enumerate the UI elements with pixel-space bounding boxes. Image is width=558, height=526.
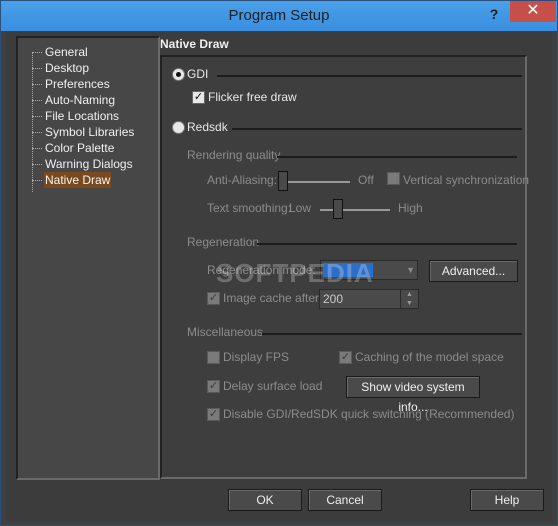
- rendering-quality-heading: Rendering quality: [187, 148, 281, 162]
- window-title: Program Setup: [228, 7, 330, 24]
- text-smoothing-high: High: [398, 201, 423, 215]
- rendering-quality-divider: [277, 156, 517, 158]
- cancel-button[interactable]: Cancel: [308, 489, 382, 511]
- advanced-button[interactable]: Advanced...: [429, 260, 518, 282]
- anti-aliasing-label: Anti-Aliasing:: [207, 173, 278, 187]
- tree-item-label: Warning Dialogs: [45, 157, 133, 171]
- tree-item-general[interactable]: General: [18, 44, 158, 192]
- tree-item-desktop[interactable]: Desktop: [18, 60, 158, 76]
- tree-item-label: Auto-Naming: [45, 93, 116, 107]
- image-cache-value: 200: [323, 292, 344, 306]
- anti-aliasing-track: [280, 181, 350, 183]
- vertical-sync-checkbox[interactable]: [387, 172, 400, 185]
- title-bar: Program Setup ? ✕: [1, 1, 557, 31]
- spin-up-icon[interactable]: ▲: [401, 290, 418, 299]
- redsdk-label: Redsdk: [187, 120, 228, 134]
- caching-model-checkbox[interactable]: ✓: [339, 351, 352, 364]
- redsdk-radio[interactable]: [172, 121, 185, 134]
- disable-switch-checkbox[interactable]: ✓: [207, 408, 220, 421]
- settings-tree[interactable]: General Desktop Preferences Auto-Naming …: [16, 36, 160, 480]
- close-icon[interactable]: ✕: [510, 1, 556, 22]
- spin-down-icon[interactable]: ▼: [401, 299, 418, 308]
- gdi-label: GDI: [187, 67, 209, 81]
- anti-aliasing-value: Off: [358, 173, 374, 187]
- tree-item-auto-naming[interactable]: Auto-Naming: [18, 92, 158, 108]
- display-fps-label: Display FPS: [223, 350, 290, 364]
- image-cache-spinner[interactable]: 200 ▲ ▼: [319, 289, 419, 309]
- tree-item-preferences[interactable]: Preferences: [18, 76, 158, 92]
- image-cache-checkbox[interactable]: ✓: [207, 292, 220, 305]
- gdi-divider: [217, 75, 522, 77]
- tree-item-label: Desktop: [45, 61, 90, 75]
- flicker-free-label: Flicker free draw: [208, 90, 297, 104]
- show-video-button[interactable]: Show video system info...: [346, 376, 480, 414]
- help-button[interactable]: Help: [470, 489, 544, 511]
- miscellaneous-divider: [262, 333, 522, 335]
- tree-item-symbol-libraries[interactable]: Symbol Libraries: [18, 124, 158, 140]
- tree-item-label: File Locations: [45, 109, 120, 123]
- anti-aliasing-slider[interactable]: [278, 171, 288, 191]
- regeneration-heading: Regeneration: [187, 235, 260, 249]
- chevron-down-icon: ▼: [406, 265, 415, 275]
- disable-switch-label: Disable GDI/RedSDK quick switching (Reco…: [223, 407, 515, 421]
- miscellaneous-heading: Miscellaneous: [187, 325, 264, 339]
- dialog-client: General Desktop Preferences Auto-Naming …: [6, 32, 552, 521]
- text-smoothing-low: Low: [289, 201, 312, 215]
- ok-button[interactable]: OK: [228, 489, 302, 511]
- display-fps-checkbox[interactable]: [207, 351, 220, 364]
- tree-item-label: Symbol Libraries: [45, 125, 135, 139]
- regeneration-divider: [257, 243, 517, 245]
- image-cache-label: Image cache after: [223, 291, 320, 305]
- panel-title: Native Draw: [160, 37, 229, 51]
- tree-item-color-palette[interactable]: Color Palette: [18, 140, 158, 156]
- caching-model-label: Caching of the model space: [355, 350, 504, 364]
- text-smoothing-slider[interactable]: [333, 199, 343, 219]
- program-setup-window: Program Setup ? ✕ General Desktop Prefer…: [0, 0, 558, 526]
- vertical-sync-label: Vertical synchronization: [403, 173, 530, 187]
- text-smoothing-track: [320, 209, 390, 211]
- tree-item-file-locations[interactable]: File Locations: [18, 108, 158, 124]
- tree-item-label: Color Palette: [45, 141, 115, 155]
- help-icon[interactable]: ?: [483, 3, 505, 25]
- flicker-free-checkbox[interactable]: ✓: [192, 91, 205, 104]
- delay-surface-label: Delay surface load: [223, 379, 323, 393]
- tree-item-label: Preferences: [45, 77, 110, 91]
- tree-item-label: General: [45, 45, 88, 59]
- gdi-radio[interactable]: [172, 68, 185, 81]
- tree-item-warning-dialogs[interactable]: Warning Dialogs: [18, 156, 158, 172]
- watermark: SOFTPEDIA: [216, 258, 374, 288]
- delay-surface-checkbox[interactable]: ✓: [207, 380, 220, 393]
- tree-item-native-draw[interactable]: Native Draw: [18, 172, 158, 188]
- tree-item-label: Native Draw: [44, 172, 112, 188]
- text-smoothing-label: Text smoothing:: [207, 201, 292, 215]
- redsdk-divider: [232, 128, 522, 130]
